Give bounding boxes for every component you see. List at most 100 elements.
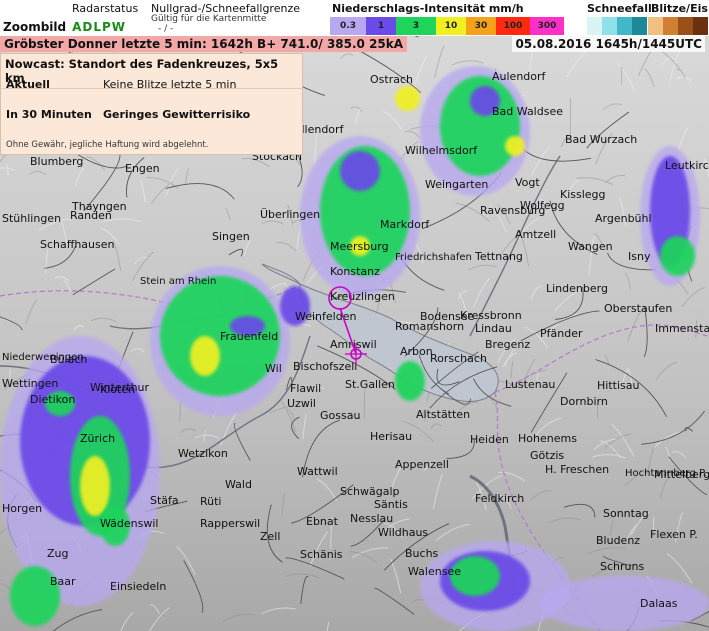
precip-cell-26 — [540, 576, 709, 631]
place-label: Hohenems — [518, 432, 577, 445]
place-label: Argenbühl — [595, 212, 652, 225]
icebar-swatch-3 — [693, 17, 708, 35]
place-label: Schwägalp — [340, 485, 400, 498]
icebar-swatch-0 — [648, 17, 663, 35]
place-label: Immenstadt — [655, 322, 709, 335]
place-label: Amtzell — [515, 228, 556, 241]
place-label: Dalaas — [640, 597, 678, 610]
place-label: Feldkirch — [475, 492, 524, 505]
place-label: Schänis — [300, 548, 343, 561]
place-label: Baar — [50, 575, 76, 588]
place-label: Götzis — [530, 449, 564, 462]
place-label: Lustenau — [505, 378, 555, 391]
place-label: Wetzikon — [178, 447, 228, 460]
place-label: Kressbronn — [460, 309, 522, 322]
legend-swatch-0: 0.3 — [330, 17, 366, 35]
place-label: Kloten — [100, 383, 135, 396]
radarstatus-label[interactable]: Radarstatus — [72, 2, 138, 15]
place-label: Stäfa — [150, 494, 179, 507]
nowcast-panel: Nowcast: Standort des Fadenkreuzes, 5x5 … — [0, 53, 303, 155]
place-label: Singen — [212, 230, 250, 243]
place-label: Hochtannberg P. — [625, 468, 707, 479]
place-label: Dietikon — [30, 393, 75, 406]
legend-swatch-4: 30 — [466, 17, 496, 35]
place-label: Arbon — [400, 345, 433, 358]
in30-value: Geringes Gewitterrisiko — [103, 108, 251, 121]
place-label: Blumberg — [30, 155, 83, 168]
precip-cell-19 — [80, 456, 110, 516]
precip-cell-27 — [395, 361, 425, 401]
place-label: Randen — [70, 209, 112, 222]
place-label: Zürich — [80, 432, 115, 445]
place-label: Stein am Rhein — [140, 276, 216, 287]
blitze-label: Blitze/Eis — [651, 2, 708, 15]
place-label: Wilhelmsdorf — [405, 144, 478, 157]
aktuell-label: Aktuell — [6, 78, 50, 91]
legend-swatch-2: 3 — [396, 17, 436, 35]
place-label: Lindau — [475, 322, 512, 335]
place-label: Uzwil — [287, 397, 316, 410]
place-label: H. Freschen — [545, 463, 609, 476]
legend-swatch-6: 300 — [530, 17, 564, 35]
precip-cell-11 — [660, 236, 695, 276]
datetime-display: 05.08.2016 1645h/1445UTC — [512, 36, 705, 52]
precip-cell-2 — [340, 151, 380, 191]
place-label: Rorschach — [430, 352, 487, 365]
place-label: Leutkirch — [665, 159, 709, 172]
place-label: Horgen — [2, 502, 42, 515]
precip-cell-7 — [505, 136, 525, 156]
legend-swatch-5: 100 — [496, 17, 530, 35]
place-label: Einsiedeln — [110, 580, 166, 593]
disclaimer: Ohne Gewähr, jegliche Haftung wird abgel… — [6, 140, 209, 150]
place-label: Altstätten — [416, 408, 470, 421]
zoom-label: Zoombild — [3, 20, 67, 34]
snowbar-swatch-1 — [602, 17, 617, 35]
place-label: Frauenfeld — [220, 330, 278, 343]
place-label: Schaffhausen — [40, 238, 115, 251]
snowbar-swatch-3 — [632, 17, 647, 35]
header-bar: Radarstatus Nullgrad-/Schneefallgrenze G… — [0, 0, 709, 36]
place-label: Nesslau — [350, 512, 393, 525]
snowbar-swatch-2 — [617, 17, 632, 35]
snowbar-swatch-0 — [587, 17, 602, 35]
place-label: Buchs — [405, 547, 439, 560]
place-label: Rapperswil — [200, 517, 260, 530]
place-label: Schruns — [600, 560, 644, 573]
place-label: Wil — [265, 362, 282, 375]
place-label: Ostrach — [370, 73, 413, 86]
place-label: Vogt — [515, 176, 540, 189]
place-label: Walensee — [408, 565, 461, 578]
place-label: Überlingen — [260, 208, 320, 221]
place-label: Hittisau — [597, 379, 639, 392]
place-label: Bregenz — [485, 338, 530, 351]
place-label: Herisau — [370, 430, 412, 443]
place-label: Säntis — [374, 498, 408, 511]
zoom-code: ADLPW — [72, 20, 127, 34]
intensity-legend: 0.3 1 3 10 30 100 300 — [330, 17, 564, 35]
nullgrad-value: - / - — [158, 24, 174, 34]
place-label: Kreuzlingen — [330, 290, 395, 303]
precip-cell-14 — [190, 336, 220, 376]
place-label: Gossau — [320, 409, 360, 422]
place-label: Dornbirn — [560, 395, 608, 408]
intensity-label: Niederschlags-Intensität mm/h — [332, 2, 524, 15]
place-label: Zug — [47, 547, 69, 560]
place-label: Konstanz — [330, 265, 380, 278]
place-label: Heiden — [470, 433, 509, 446]
place-label: Wattwil — [297, 465, 338, 478]
schneefall-label: Schneefall — [587, 2, 652, 15]
place-label: Flexen P. — [650, 528, 698, 541]
icebar-swatch-1 — [663, 17, 678, 35]
place-label: Zell — [260, 530, 280, 543]
snowfall-legend — [587, 17, 647, 35]
thunder-text: Gröbster Donner letzte 5 min: 1642h B+ 7… — [0, 36, 408, 52]
place-label: Markdorf — [380, 218, 430, 231]
place-label: Meersburg — [330, 240, 389, 253]
gueltig-text: Gültig für die Kartenmitte — [151, 14, 267, 24]
place-label: Weingarten — [425, 178, 488, 191]
place-label: Wettingen — [2, 377, 58, 390]
place-label: Wädenswil — [100, 517, 158, 530]
zoom-indicator[interactable]: Zoombild ADLPW — [3, 20, 126, 34]
place-label: Sonntag — [603, 507, 649, 520]
place-label: Wolfegg — [520, 199, 565, 212]
